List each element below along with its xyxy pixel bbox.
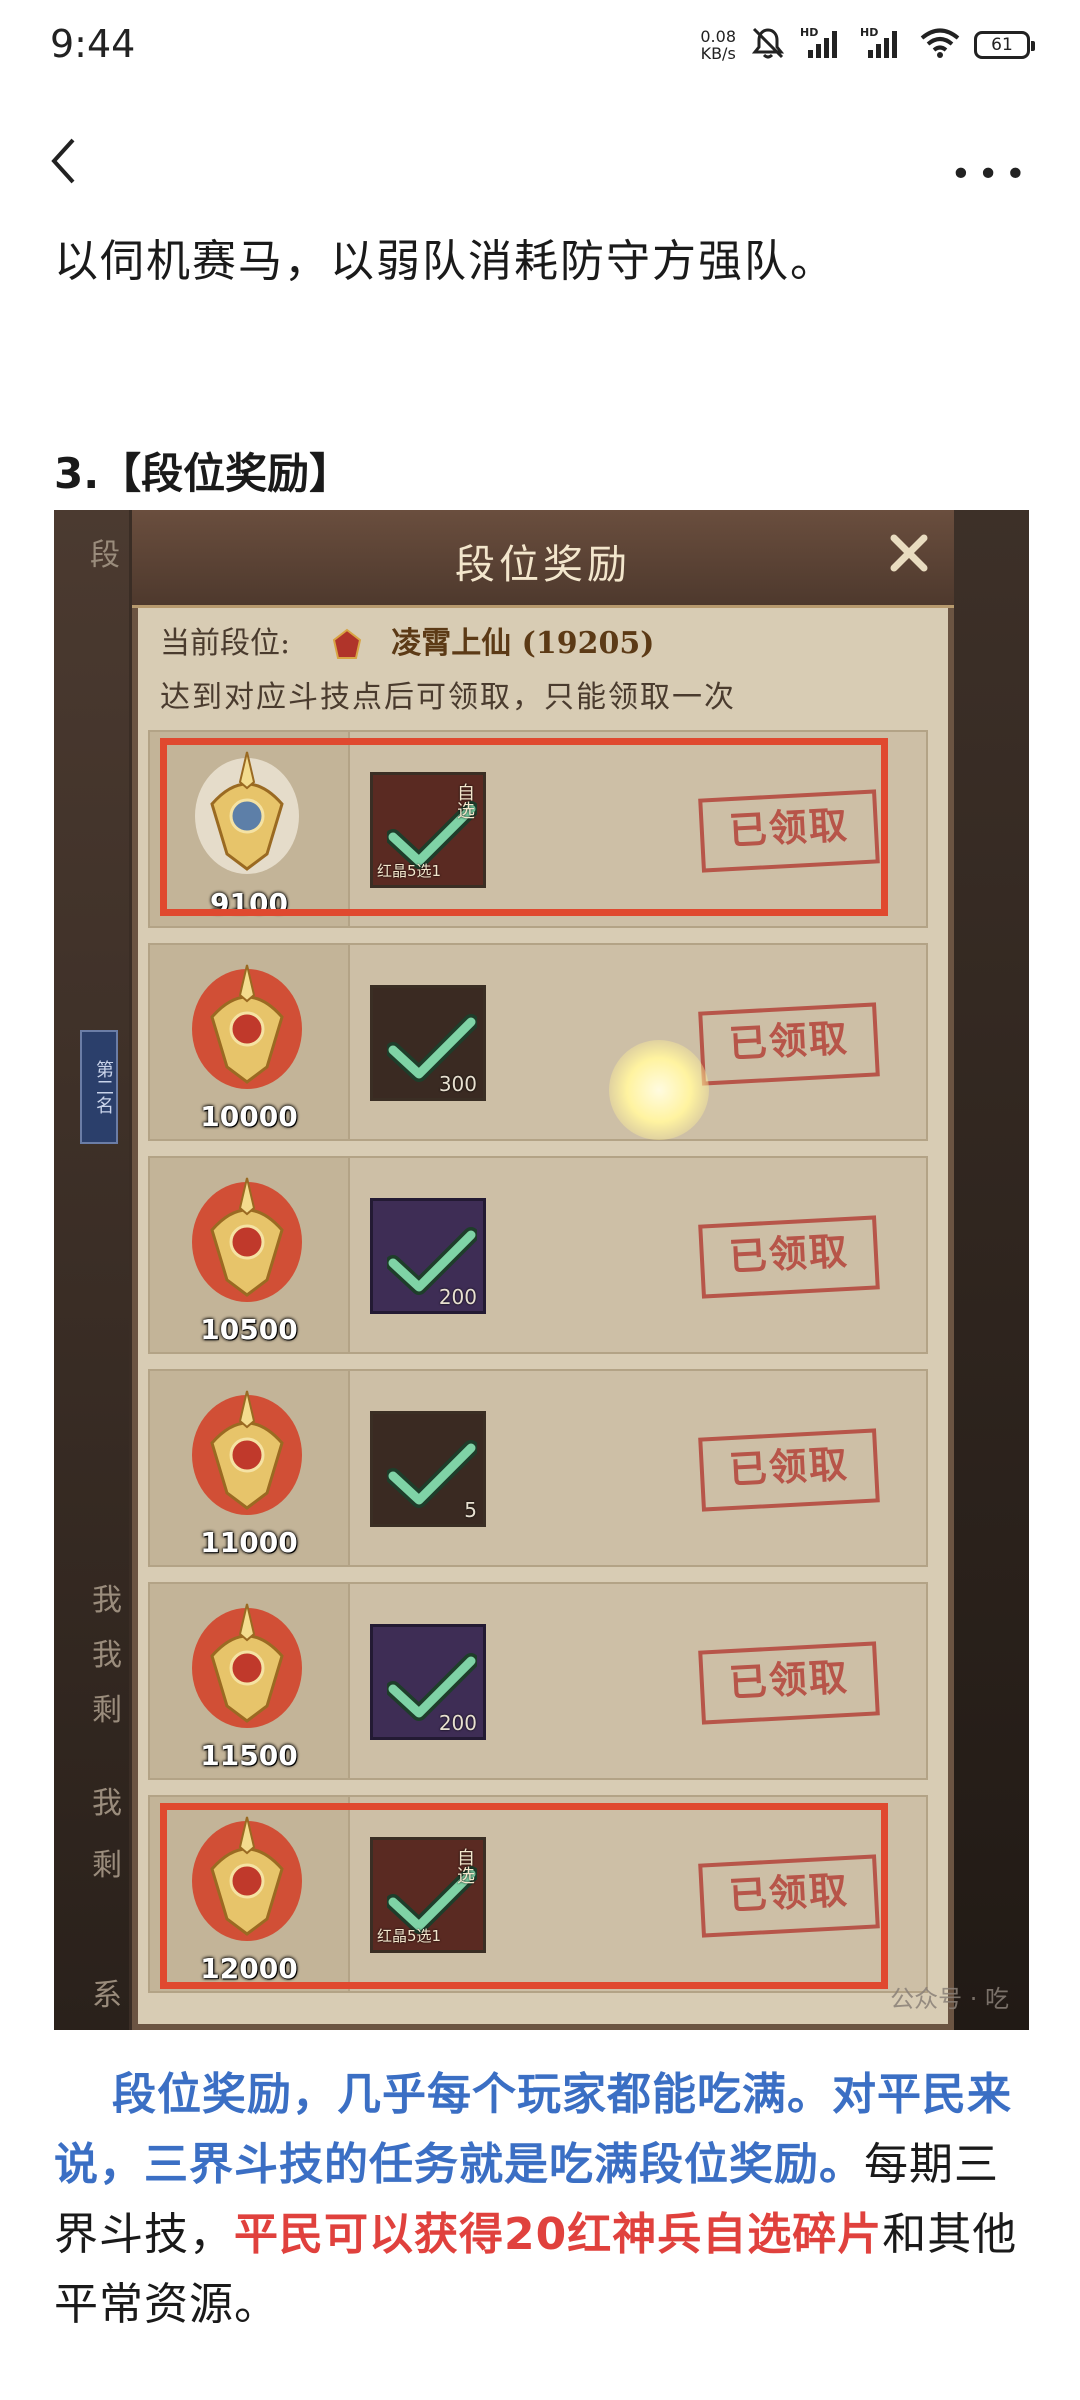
rank-medal-icon bbox=[182, 1596, 312, 1736]
side-char: 剩 bbox=[92, 1693, 122, 1728]
chevron-left-icon[interactable] bbox=[48, 136, 78, 190]
status-bar: 9:44 0.08 KB/s HD HD 61 bbox=[0, 0, 1080, 100]
net-speed: 0.08 KB/s bbox=[700, 28, 736, 62]
rank-score: 11000 bbox=[200, 1526, 298, 1559]
reward-row: 10000 300 已领取 bbox=[148, 943, 928, 1141]
net-speed-unit: KB/s bbox=[700, 44, 736, 63]
reward-item[interactable]: 300 bbox=[370, 985, 486, 1101]
item-quantity: 300 bbox=[438, 1072, 477, 1096]
claimed-stamp: 已领取 bbox=[698, 1428, 880, 1512]
embedded-screenshot: 段 我 我 剩 我 剩 系 第二名 段位奖励 当前段位: 凌霄上仙 (19205… bbox=[54, 510, 1029, 2030]
reward-row: 11000 5 已领取 bbox=[148, 1369, 928, 1567]
side-char: 系 bbox=[92, 1978, 122, 2013]
more-menu-button[interactable]: ••• bbox=[950, 154, 1032, 195]
reward-item[interactable]: 5 bbox=[370, 1411, 486, 1527]
hd-signal-icon: HD bbox=[860, 26, 906, 64]
rank-score: 10000 bbox=[200, 1100, 298, 1133]
rank-gem-icon bbox=[330, 628, 364, 662]
reward-item[interactable]: 200 bbox=[370, 1624, 486, 1740]
highlight-box bbox=[160, 1803, 888, 1989]
article-paragraph-2: 段位奖励，几乎每个玩家都能吃满。对平民来说，三界斗技的任务就是吃满段位奖励。每期… bbox=[54, 2060, 1026, 2340]
rank-medal-icon bbox=[182, 1383, 312, 1523]
status-time: 9:44 bbox=[50, 22, 136, 66]
rank-medal-cell: 10500 bbox=[150, 1158, 350, 1352]
hd-signal-icon: HD bbox=[800, 26, 846, 64]
current-rank-value: 凌霄上仙 (19205) bbox=[391, 626, 655, 661]
side-char: 我 bbox=[92, 1786, 122, 1821]
rank-medal-cell: 11500 bbox=[150, 1584, 350, 1778]
item-quantity: 200 bbox=[438, 1285, 477, 1309]
rank-side-tag: 第二名 bbox=[80, 1030, 118, 1144]
reward-row: 11500 200 已领取 bbox=[148, 1582, 928, 1780]
side-char: 我 bbox=[92, 1638, 122, 1673]
watermark: 公众号 · 吃 bbox=[890, 1985, 1009, 2013]
panel-header: 段位奖励 bbox=[132, 510, 954, 608]
claimed-stamp: 已领取 bbox=[698, 1641, 880, 1725]
status-icons: 0.08 KB/s HD HD 61 bbox=[700, 26, 1035, 64]
highlight-box bbox=[160, 738, 888, 916]
rank-reward-panel: 段位奖励 当前段位: 凌霄上仙 (19205) 达到对应斗技点后可领取，只能领取… bbox=[132, 510, 954, 2030]
rank-score: 10500 bbox=[200, 1313, 298, 1346]
reward-item[interactable]: 200 bbox=[370, 1198, 486, 1314]
current-rank: 当前段位: 凌霄上仙 (19205) bbox=[160, 618, 654, 662]
item-quantity: 200 bbox=[438, 1711, 477, 1735]
svg-text:HD: HD bbox=[800, 26, 818, 39]
current-rank-label: 当前段位: bbox=[160, 626, 291, 661]
net-speed-value: 0.08 bbox=[700, 27, 736, 46]
claimed-stamp: 已领取 bbox=[698, 1002, 880, 1086]
rank-score: 11500 bbox=[200, 1739, 298, 1772]
panel-title: 段位奖励 bbox=[455, 542, 631, 588]
light-glow bbox=[609, 1040, 709, 1140]
claimed-stamp: 已领取 bbox=[698, 1215, 880, 1299]
wifi-icon bbox=[920, 27, 960, 63]
side-char: 我 bbox=[92, 1583, 122, 1618]
top-nav: ••• bbox=[0, 110, 1080, 220]
side-char: 剩 bbox=[92, 1848, 122, 1883]
reward-note: 达到对应斗技点后可领取，只能领取一次 bbox=[160, 680, 736, 715]
article-paragraph: 以伺机赛马，以弱队消耗防守方强队。 bbox=[54, 236, 836, 287]
rank-medal-cell: 11000 bbox=[150, 1371, 350, 1565]
battery-icon: 61 bbox=[974, 31, 1035, 59]
rank-medal-icon bbox=[182, 957, 312, 1097]
mute-icon bbox=[750, 26, 786, 64]
side-char: 段 bbox=[90, 538, 120, 573]
rank-medal-icon bbox=[182, 1170, 312, 1310]
close-icon[interactable] bbox=[884, 528, 934, 582]
svg-text:HD: HD bbox=[860, 26, 878, 39]
section-heading: 3.【段位奖励】 bbox=[54, 449, 352, 498]
screenshot-side-right bbox=[949, 510, 1029, 2030]
reward-row: 10500 200 已领取 bbox=[148, 1156, 928, 1354]
rank-medal-cell: 10000 bbox=[150, 945, 350, 1139]
red-emphasis-text: 平民可以获得20红神兵自选碎片 bbox=[234, 2209, 883, 2260]
item-quantity: 5 bbox=[464, 1498, 477, 1522]
